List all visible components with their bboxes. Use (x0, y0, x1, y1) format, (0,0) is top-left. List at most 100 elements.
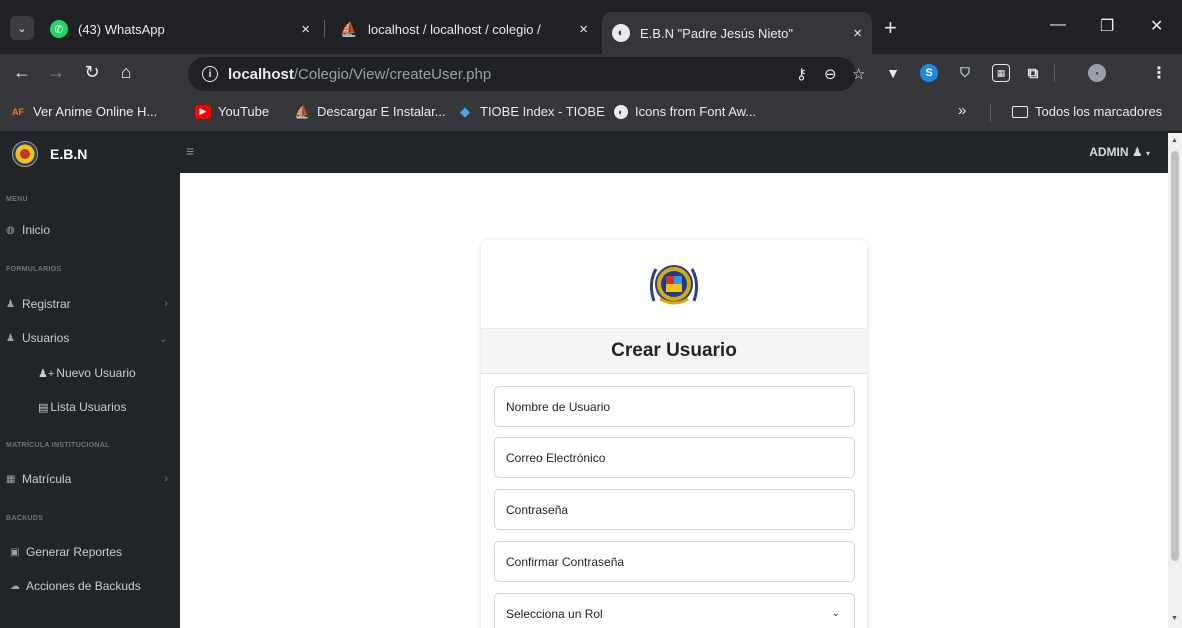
tab-title: E.B.N "Padre Jesús Nieto" (640, 25, 794, 41)
minimize-icon[interactable]: — (1050, 16, 1066, 34)
user-plus-icon: ♟+ (38, 367, 55, 380)
sidebar-item-label: Usuarios (22, 331, 70, 345)
confirm-password-field[interactable]: Confirmar Contraseña (494, 541, 855, 582)
browser-tab-bar: ⌄ ✆ (43) WhatsApp × ⛵ localhost / localh… (0, 0, 1182, 54)
zoom-icon[interactable]: ⊖ (824, 65, 837, 83)
sidebar-heading-menu: MENU (6, 196, 28, 203)
school-logo-icon (12, 141, 38, 167)
extensions-puzzle-icon[interactable]: ⧉ (1024, 64, 1042, 82)
confirm-password-placeholder: Confirmar Contraseña (506, 554, 625, 569)
chevron-right-icon: › (164, 473, 168, 485)
tab-ebn-active[interactable]: ◐ E.B.N "Padre Jesús Nieto" × (602, 12, 872, 54)
report-icon: ▣ (10, 546, 20, 558)
bookmarks-overflow-button[interactable]: » (958, 102, 966, 119)
building-icon: ▦ (6, 473, 16, 485)
user-icon: ♟ (6, 298, 15, 310)
globe-icon: ◐ (614, 104, 628, 119)
brand-name: E.B.N (50, 146, 88, 162)
site-info-icon[interactable]: i (202, 66, 218, 82)
scroll-up-icon[interactable]: ▲ (1171, 137, 1178, 144)
tab-search-button[interactable]: ⌄ (10, 16, 34, 40)
user-menu[interactable]: ADMIN ♟ ▾ (1089, 145, 1150, 159)
forward-icon[interactable]: → (44, 62, 68, 83)
sidebar-item-label: Inicio (22, 223, 51, 237)
sidebar-item-lista-usuarios[interactable]: ▤ Lista Usuarios (38, 400, 126, 414)
folder-icon (1012, 105, 1028, 118)
reload-icon[interactable]: ↻ (80, 62, 104, 83)
sidebar-item-label: Registrar (22, 297, 71, 311)
sidebar-item-generar-reportes[interactable]: ▣ Generar Reportes (10, 545, 178, 559)
sidebar-heading-matricula: MATRÍCULA INSTITUCIONAL (6, 442, 110, 449)
sidebar-toggle-icon[interactable]: ≡ (186, 143, 194, 159)
sidebar-item-label: Matrícula (22, 472, 72, 486)
key-icon[interactable]: ⚷ (796, 65, 807, 83)
browser-menu-icon[interactable]: ⋮ (1150, 64, 1168, 82)
globe-icon: ◐ (612, 24, 630, 42)
brand[interactable]: E.B.N (12, 141, 87, 167)
sidebar-item-label: Acciones de Backuds (26, 579, 141, 593)
sidebar-item-usuarios[interactable]: ♟ Usuarios ⌄ (6, 331, 174, 345)
close-window-icon[interactable]: ✕ (1150, 16, 1163, 36)
sidebar-item-matricula[interactable]: ▦ Matrícula › (6, 472, 174, 486)
bookmark-youtube[interactable]: ▶ YouTube (195, 104, 269, 119)
username-field[interactable]: Nombre de Usuario (494, 386, 855, 427)
tab-whatsapp[interactable]: ✆ (43) WhatsApp × (40, 12, 320, 46)
bookmark-label: YouTube (218, 104, 270, 119)
whatsapp-icon: ✆ (50, 20, 68, 38)
bookmark-fontawesome[interactable]: ◐ Icons from Font Aw... (614, 104, 756, 119)
bookmark-tiobe[interactable]: ◆ TIOBE Index - TIOBE (457, 103, 605, 120)
app-top-navbar: E.B.N ≡ ADMIN ♟ ▾ (0, 133, 1168, 173)
dashboard-icon: ◍ (6, 224, 15, 236)
close-icon[interactable]: × (853, 25, 862, 42)
page-scrollbar[interactable]: ▲ ▼ (1168, 133, 1182, 628)
users-icon: ♟ (6, 332, 15, 344)
shazam-extension-icon[interactable]: S (920, 64, 938, 82)
list-icon: ▤ (38, 401, 49, 414)
bookmark-descargar[interactable]: ⛵ Descargar E Instalar... (294, 104, 446, 119)
bookmark-star-icon[interactable]: ☆ (852, 65, 865, 83)
tab-phpmyadmin[interactable]: ⛵ localhost / localhost / colegio / × (330, 12, 598, 46)
sidebar-heading-backuds: BACKUDS (6, 515, 44, 522)
user-name: ADMIN (1089, 145, 1129, 159)
ship-icon: ⛵ (294, 104, 310, 119)
tab-title: localhost / localhost / colegio / (368, 21, 541, 37)
email-field[interactable]: Correo Electrónico (494, 437, 855, 478)
browser-toolbar: ← → ↻ ⌂ i localhost/Colegio/View/createU… (0, 54, 1182, 94)
sidebar-heading-formularios: FORMULARIOS (6, 266, 62, 273)
back-icon[interactable]: ← (10, 62, 34, 83)
sidebar-item-registrar[interactable]: ♟ Registrar › (6, 297, 174, 311)
url-text[interactable]: localhost/Colegio/View/createUser.php (228, 66, 491, 83)
scroll-down-icon[interactable]: ▼ (1171, 615, 1178, 622)
caret-down-icon: ▾ (1145, 149, 1150, 158)
close-icon[interactable]: × (301, 21, 310, 38)
url-host: localhost (228, 65, 294, 83)
all-bookmarks-folder[interactable]: Todos los marcadores (1012, 104, 1162, 119)
new-tab-button[interactable]: + (884, 17, 897, 39)
shield-extension-icon[interactable]: ⛉ (956, 64, 974, 82)
sidebar: MENU ◍ Inicio FORMULARIOS ♟ Registrar › … (0, 173, 180, 628)
chevron-down-icon: ⌄ (158, 332, 168, 345)
close-icon[interactable]: × (579, 21, 588, 38)
card-logo-area (481, 240, 867, 328)
qr-extension-icon[interactable]: ▦ (992, 64, 1010, 82)
youtube-icon: ▶ (195, 104, 211, 119)
bookmark-label: Descargar E Instalar... (317, 104, 446, 119)
sidebar-item-label: Nuevo Usuario (56, 366, 136, 380)
sidebar-item-acciones-backuds[interactable]: ☁ Acciones de Backuds (10, 579, 178, 593)
main-content: Crear Usuario Nombre de Usuario Correo E… (180, 173, 1168, 628)
sidebar-item-inicio[interactable]: ◍ Inicio (6, 223, 174, 237)
password-field[interactable]: Contraseña (494, 489, 855, 530)
tab-title: (43) WhatsApp (78, 21, 165, 37)
bookmark-anime[interactable]: AF Ver Anime Online H... (10, 104, 157, 119)
vimeo-extension-icon[interactable]: ▼ (884, 64, 902, 82)
restore-icon[interactable]: ❐ (1100, 16, 1114, 36)
profile-avatar-icon[interactable]: • (1088, 64, 1106, 82)
phpmyadmin-icon: ⛵ (340, 20, 358, 37)
sidebar-item-nuevo-usuario[interactable]: ♟+ Nuevo Usuario (38, 366, 136, 380)
home-icon[interactable]: ⌂ (114, 62, 138, 83)
tiobe-icon: ◆ (460, 103, 470, 119)
scrollbar-thumb[interactable] (1171, 151, 1179, 561)
role-select[interactable]: Selecciona un Rol ⌄ (494, 593, 855, 628)
bookmark-label: Ver Anime Online H... (33, 104, 158, 119)
address-bar[interactable]: i localhost/Colegio/View/createUser.php … (188, 57, 865, 91)
